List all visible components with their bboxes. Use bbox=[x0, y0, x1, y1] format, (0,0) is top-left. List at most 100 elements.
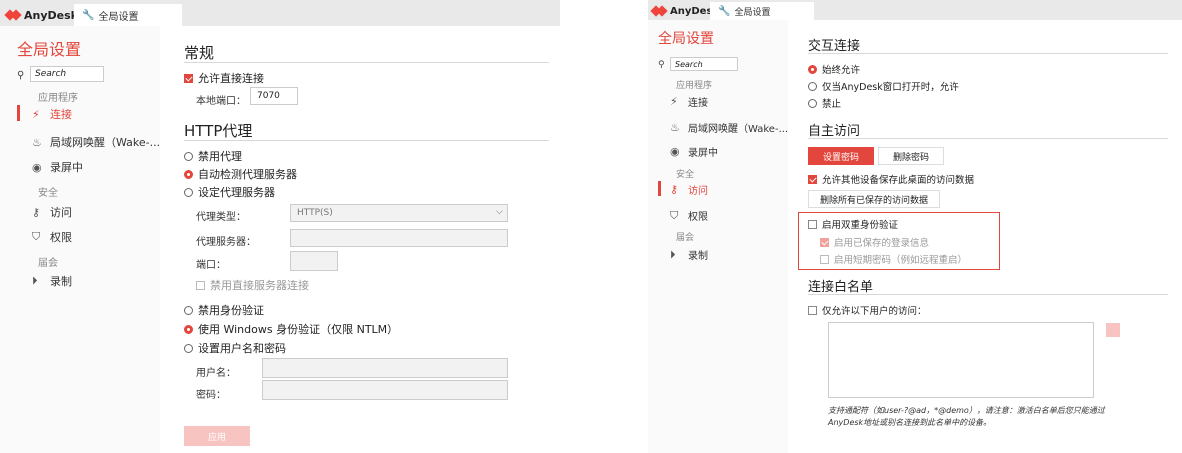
proxy-server-input[interactable] bbox=[290, 229, 508, 247]
enable-2fa-checkbox[interactable]: 启用双重身份验证 bbox=[808, 217, 898, 231]
disable-direct-checkbox[interactable]: 禁用直接服务器连接 bbox=[196, 277, 309, 293]
right-settings-window: AnyDesk 🔧 全局设置 全局设置 ⚲ Search 应用程序 ⚡ 连接 ♨ 局… bbox=[648, 0, 1182, 453]
password-input[interactable] bbox=[262, 380, 508, 400]
sidebar-item-access[interactable]: ⚷ 访问 bbox=[670, 182, 708, 197]
enable-short-password-checkbox[interactable]: 启用短期密码（例如远程重启） bbox=[820, 252, 967, 266]
radio-label: 始终允许 bbox=[822, 65, 861, 76]
left-settings-window: AnyDesk 🔧 全局设置 全局设置 ⚲ Search 应用程序 ⚡ 连接 ♨ 局… bbox=[0, 0, 560, 453]
username-input[interactable] bbox=[262, 358, 508, 378]
whitelist-only-allow-checkbox[interactable]: 仅允许以下用户的访问： bbox=[808, 303, 927, 317]
delete-password-button[interactable]: 删除密码 bbox=[878, 147, 944, 165]
anydesk-brand[interactable]: AnyDesk bbox=[6, 4, 78, 26]
sidebar-item-label: 录屏中 bbox=[688, 148, 718, 159]
radio-label: 仅当AnyDesk窗口打开时，允许 bbox=[822, 82, 959, 93]
tab-bar: AnyDesk 🔧 全局设置 bbox=[648, 0, 1182, 20]
sidebar-item-connect[interactable]: ⚡ 连接 bbox=[32, 106, 72, 122]
chevron-down-icon: ⌵ bbox=[496, 207, 503, 217]
record-icon: ◉ bbox=[32, 160, 42, 174]
tab-global-settings[interactable]: 🔧 全局设置 bbox=[710, 2, 814, 20]
section-interactive-heading: 交互连接 bbox=[808, 39, 861, 54]
apply-button[interactable]: 应用 bbox=[184, 426, 250, 446]
anydesk-brand[interactable]: AnyDesk bbox=[652, 2, 719, 20]
brand-label: AnyDesk bbox=[24, 8, 78, 22]
allow-direct-checkbox[interactable]: 允许直接连接 bbox=[184, 70, 264, 86]
checkbox-label: 禁用直接服务器连接 bbox=[210, 279, 309, 292]
sidebar-item-recording[interactable]: ◉ 录屏中 bbox=[32, 159, 83, 175]
delete-all-saved-button[interactable]: 删除所有已保存的访问数据 bbox=[808, 190, 940, 208]
sidebar-item-permissions[interactable]: ⛉ 权限 bbox=[670, 208, 708, 224]
checkbox-label: 允许直接连接 bbox=[198, 72, 264, 85]
radio-label: 自动检测代理服务器 bbox=[198, 168, 297, 181]
proxy-set-radio[interactable]: 设定代理服务器 bbox=[184, 184, 275, 200]
add-entry-button[interactable] bbox=[1106, 323, 1120, 337]
wrench-icon: 🔧 bbox=[82, 9, 95, 21]
sidebar-item-wol[interactable]: ♨ 局域网唤醒（Wake-... bbox=[670, 120, 788, 135]
set-password-button[interactable]: 设置密码 bbox=[808, 147, 874, 165]
sidebar-item-wol[interactable]: ♨ 局域网唤醒（Wake-... bbox=[32, 134, 160, 150]
tab-global-settings[interactable]: 🔧 全局设置 bbox=[74, 4, 182, 26]
search-input[interactable]: Search bbox=[670, 57, 738, 71]
sidebar-item-label: 权限 bbox=[688, 212, 708, 223]
checkbox-label: 启用已保存的登录信息 bbox=[834, 238, 930, 249]
category-security: 安全 bbox=[38, 188, 58, 199]
sidebar-item-recording[interactable]: ◉ 录屏中 bbox=[670, 144, 718, 159]
sidebar-item-label: 访问 bbox=[50, 206, 72, 219]
wake-icon: ♨ bbox=[32, 135, 42, 149]
proxy-port-input[interactable] bbox=[290, 251, 338, 271]
radio-icon bbox=[184, 151, 193, 161]
sidebar-item-access[interactable]: ⚷ 访问 bbox=[32, 204, 72, 220]
proxy-auto-radio[interactable]: 自动检测代理服务器 bbox=[184, 166, 297, 182]
category-session: 届会 bbox=[38, 258, 58, 269]
main-content: 交互连接 始终允许 仅当AnyDesk窗口打开时，允许 禁止 自主访问 设置密码… bbox=[788, 20, 1182, 453]
category-session: 届会 bbox=[676, 233, 695, 243]
divider bbox=[808, 53, 1168, 54]
sidebar-item-label: 访问 bbox=[688, 186, 708, 197]
search-text: Search bbox=[35, 69, 67, 79]
checkbox-label: 仅允许以下用户的访问： bbox=[822, 306, 927, 317]
interactive-always-radio[interactable]: 始终允许 bbox=[808, 62, 860, 76]
proxy-type-select[interactable]: HTTP(S) bbox=[290, 204, 508, 222]
username-label: 用户名： bbox=[196, 368, 236, 379]
key-icon: ⚷ bbox=[670, 183, 679, 196]
local-port-label: 本地端口： bbox=[196, 96, 246, 107]
sidebar-item-record[interactable]: ⏵ 录制 bbox=[32, 273, 72, 289]
interactive-window-open-radio[interactable]: 仅当AnyDesk窗口打开时，允许 bbox=[808, 79, 959, 93]
radio-icon bbox=[184, 305, 193, 315]
radio-label: 设定代理服务器 bbox=[198, 186, 275, 199]
auth-userpass-radio[interactable]: 设置用户名和密码 bbox=[184, 340, 286, 356]
section-general-heading: 常规 bbox=[184, 44, 215, 62]
proxy-disable-radio[interactable]: 禁用代理 bbox=[184, 148, 242, 164]
radio-label: 禁止 bbox=[822, 99, 842, 110]
local-port-input[interactable]: 7070 bbox=[250, 87, 298, 105]
search-input[interactable]: Search bbox=[30, 66, 104, 82]
sidebar-title: 全局设置 bbox=[17, 40, 82, 59]
password-label: 密码： bbox=[196, 390, 226, 401]
play-box-icon: ⏵ bbox=[670, 247, 676, 261]
radio-selected-icon bbox=[184, 169, 193, 179]
radio-label: 禁用代理 bbox=[198, 150, 242, 163]
anydesk-logo-icon bbox=[652, 4, 666, 18]
sidebar-item-permissions[interactable]: ⛉ 权限 bbox=[32, 229, 72, 245]
play-box-icon: ⏵ bbox=[32, 274, 38, 287]
auth-disable-radio[interactable]: 禁用身份验证 bbox=[184, 302, 264, 318]
category-app: 应用程序 bbox=[676, 81, 713, 91]
radio-icon bbox=[808, 81, 817, 91]
interactive-disable-radio[interactable]: 禁止 bbox=[808, 96, 841, 110]
enable-saved-login-checkbox[interactable]: 启用已保存的登录信息 bbox=[820, 235, 929, 249]
sidebar-item-record[interactable]: ⏵ 录制 bbox=[670, 247, 708, 263]
divider bbox=[808, 138, 1168, 139]
allow-save-checkbox[interactable]: 允许其他设备保存此桌面的访问数据 bbox=[808, 172, 974, 186]
sidebar: 全局设置 ⚲ Search 应用程序 ⚡ 连接 ♨ 局域网唤醒（Wake-... ◉… bbox=[648, 20, 788, 453]
plug-icon: ⚡ bbox=[32, 107, 40, 121]
auth-windows-radio[interactable]: 使用 Windows 身份验证（仅限 NTLM） bbox=[184, 321, 398, 337]
sidebar-item-connect[interactable]: ⚡ 连接 bbox=[670, 94, 708, 109]
proxy-type-value: HTTP(S) bbox=[297, 208, 333, 218]
record-icon: ◉ bbox=[670, 145, 680, 158]
radio-label: 禁用身份验证 bbox=[198, 304, 264, 317]
whitelist-textarea[interactable] bbox=[828, 322, 1094, 398]
sidebar-item-label: 连接 bbox=[688, 98, 708, 109]
tab-label: 全局设置 bbox=[98, 11, 139, 23]
category-app: 应用程序 bbox=[38, 93, 78, 104]
checkbox-icon bbox=[808, 305, 817, 315]
checkbox-icon bbox=[808, 219, 817, 229]
